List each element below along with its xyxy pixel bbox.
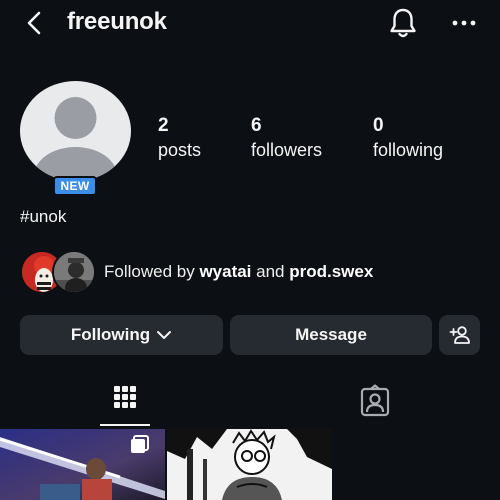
message-button[interactable]: Message xyxy=(230,315,432,355)
add-user-button[interactable] xyxy=(439,315,480,355)
posts-label: posts xyxy=(158,140,202,160)
posts-count: 2 xyxy=(158,115,169,136)
more-horizontal-icon[interactable] xyxy=(450,13,478,33)
followed-by-text: Followed by wyatai and prod.swex xyxy=(104,262,373,282)
tagged-posts-icon[interactable] xyxy=(358,384,392,418)
new-badge: NEW xyxy=(53,176,97,196)
followed-by-user-1[interactable]: wyatai xyxy=(199,262,251,281)
profile-header: freeunok xyxy=(0,0,500,46)
followers-count: 6 xyxy=(251,115,262,136)
grid-icon xyxy=(114,386,136,408)
default-avatar-icon xyxy=(33,97,118,181)
posts-stat[interactable]: 2 posts xyxy=(158,115,201,162)
followed-by-user-2[interactable]: prod.swex xyxy=(289,262,373,281)
profile-username: freeunok xyxy=(67,8,167,35)
followers-stat[interactable]: 6 followers xyxy=(251,115,322,162)
following-stat[interactable]: 0 following xyxy=(373,115,443,162)
followed-by-row[interactable]: Followed by wyatai and prod.swex xyxy=(20,250,490,295)
followers-label: followers xyxy=(251,140,323,160)
followed-by-conjunction: and xyxy=(251,262,290,281)
active-tab-indicator xyxy=(100,424,150,426)
following-count: 0 xyxy=(373,115,384,136)
followed-by-prefix: Followed by xyxy=(104,262,200,281)
post-thumbnail-1[interactable] xyxy=(0,429,165,500)
message-button-label: Message xyxy=(295,325,367,344)
profile-tabs xyxy=(0,378,500,426)
post-thumbnail-2[interactable] xyxy=(167,429,332,500)
following-label: following xyxy=(373,140,444,160)
add-user-icon xyxy=(449,326,470,344)
following-button-label: Following xyxy=(70,325,151,344)
following-button[interactable]: Following xyxy=(20,315,223,355)
chevron-down-icon xyxy=(157,331,172,339)
follower-avatar-2 xyxy=(52,250,96,294)
chevron-left-icon[interactable] xyxy=(22,10,48,36)
profile-bio: #unok xyxy=(20,207,67,226)
avatar-placeholder xyxy=(20,81,131,181)
bell-icon[interactable] xyxy=(388,7,418,39)
tab-posts-grid[interactable] xyxy=(100,378,150,426)
